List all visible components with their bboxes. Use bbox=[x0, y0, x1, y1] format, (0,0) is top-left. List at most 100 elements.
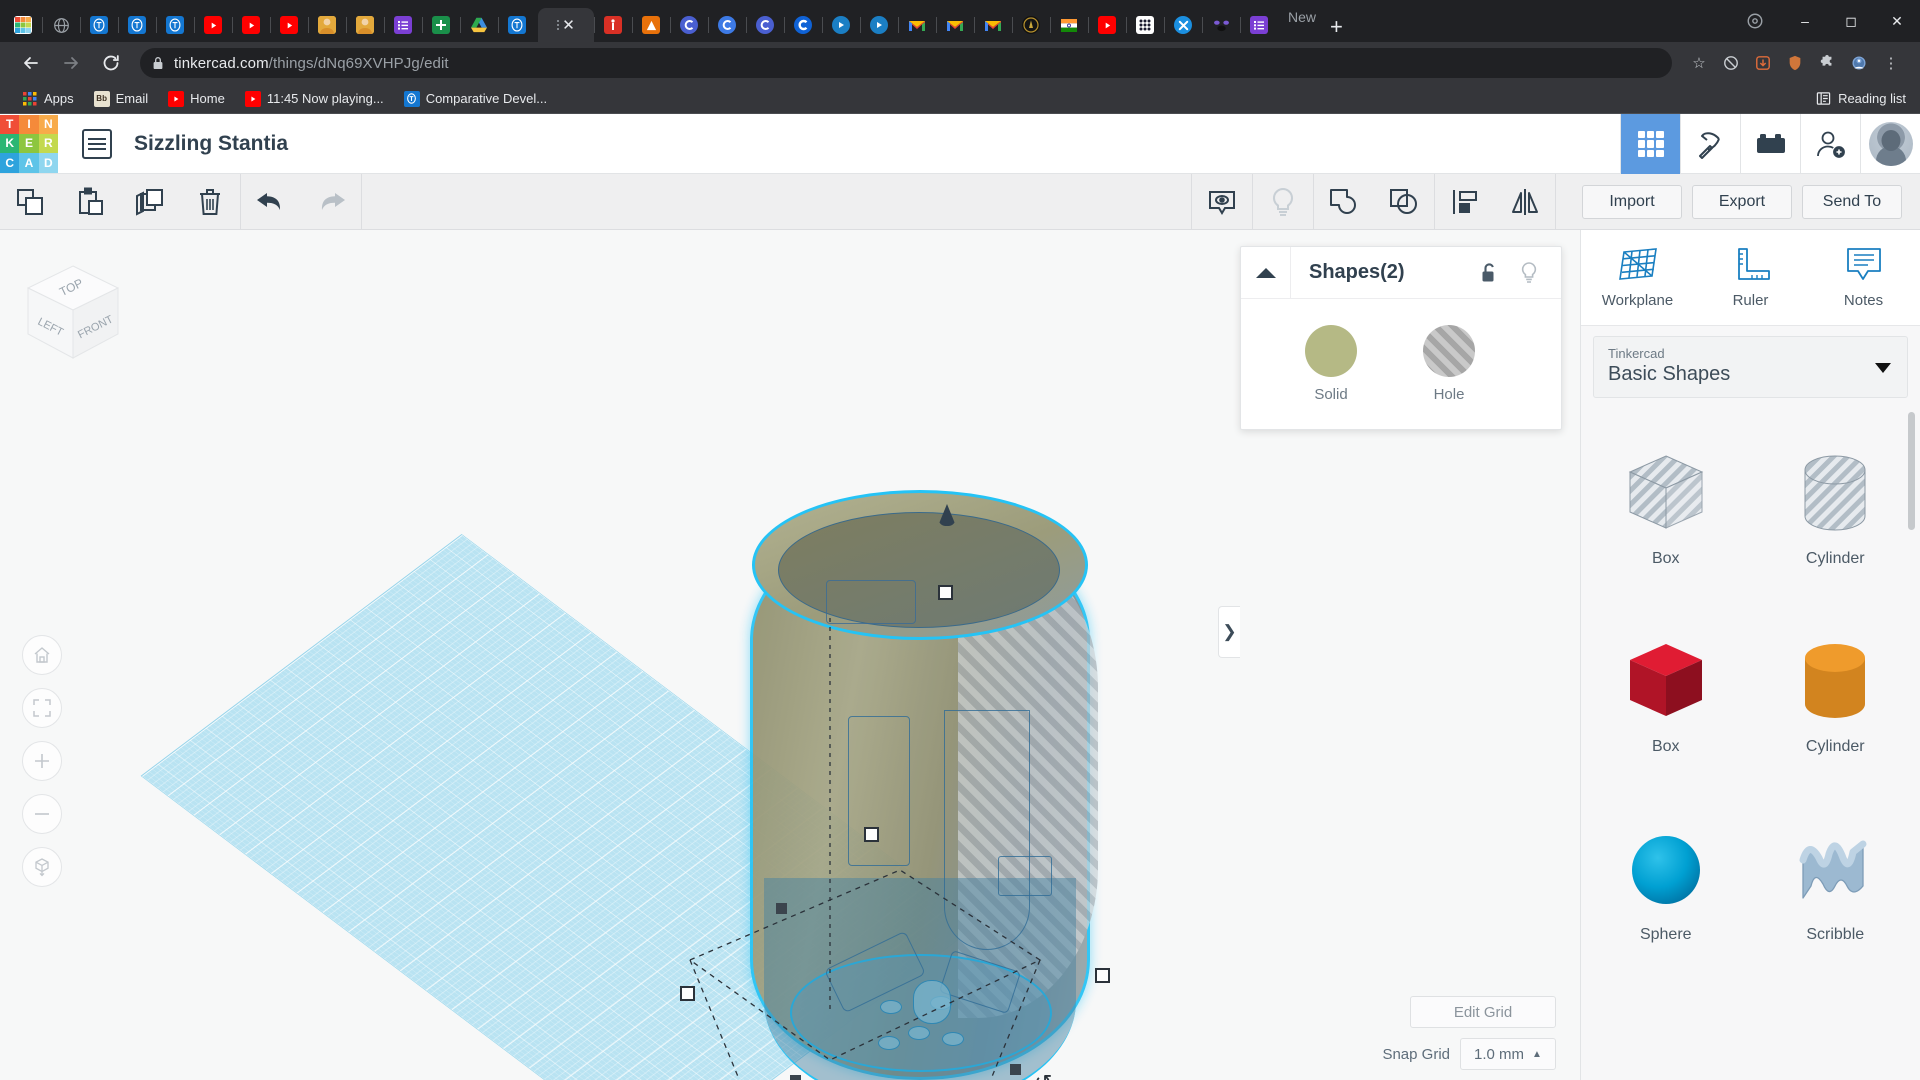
forward-button[interactable] bbox=[54, 46, 88, 80]
tab-pin-gmail-2[interactable] bbox=[936, 8, 974, 42]
tab-pin-youtube-1[interactable] bbox=[194, 8, 232, 42]
tab-pin-youtube-4[interactable] bbox=[1088, 8, 1126, 42]
edge-handle-left[interactable] bbox=[776, 903, 787, 914]
tab-pin-dot-grid[interactable] bbox=[1126, 8, 1164, 42]
snap-grid-select[interactable]: 1.0 mm ▲ bbox=[1460, 1038, 1556, 1070]
url-input[interactable]: tinkercad.com/things/dNq69XVHPJg/edit bbox=[140, 48, 1672, 78]
bookmark-comparative-devel[interactable]: Comparative Devel... bbox=[394, 87, 557, 111]
blocks-button[interactable] bbox=[1740, 114, 1800, 174]
height-handle[interactable] bbox=[938, 585, 953, 600]
minecraft-button[interactable] bbox=[1680, 114, 1740, 174]
lock-toggle-button[interactable] bbox=[1469, 247, 1509, 299]
notes-tool[interactable]: Notes bbox=[1807, 246, 1920, 309]
document-list-icon[interactable] bbox=[82, 129, 112, 159]
tab-pin-youtube-2[interactable] bbox=[232, 8, 270, 42]
view-cube[interactable]: TOP LEFT FRONT bbox=[18, 258, 128, 368]
tab-pin-sheets[interactable] bbox=[422, 8, 460, 42]
send-to-button[interactable]: Send To bbox=[1802, 185, 1902, 219]
tab-pin-gmail-3[interactable] bbox=[974, 8, 1012, 42]
tab-pin-scissors[interactable] bbox=[1202, 8, 1240, 42]
show-hide-button[interactable] bbox=[1192, 174, 1252, 230]
close-icon[interactable]: ✕ bbox=[562, 18, 575, 33]
light-button[interactable] bbox=[1253, 174, 1313, 230]
home-view-button[interactable] bbox=[22, 635, 62, 675]
puzzle-icon[interactable] bbox=[1812, 48, 1842, 78]
tab-pin-orange[interactable] bbox=[632, 8, 670, 42]
browser-menu-icon[interactable]: ⋮ bbox=[1876, 48, 1906, 78]
tab-pin-video-2[interactable] bbox=[860, 8, 898, 42]
bookmark-now-playing[interactable]: 11:45 Now playing... bbox=[235, 87, 394, 111]
tab-pin-photo-2[interactable] bbox=[346, 8, 384, 42]
shape-grid-container[interactable]: Box Cylinder bbox=[1581, 406, 1920, 1080]
scale-handle-mid[interactable] bbox=[864, 827, 879, 842]
tab-pin-coursera-2[interactable] bbox=[708, 8, 746, 42]
shape-box-solid[interactable]: Box bbox=[1581, 602, 1751, 790]
height-handle-cone-icon[interactable] bbox=[938, 504, 956, 526]
ortho-perspective-button[interactable] bbox=[22, 847, 62, 887]
expand-panel-button[interactable]: ❯ bbox=[1218, 606, 1240, 658]
zoom-out-button[interactable] bbox=[22, 794, 62, 834]
active-tab[interactable]: ✕ bbox=[538, 8, 594, 42]
tab-pin-india-flag[interactable] bbox=[1050, 8, 1088, 42]
tab-pin-drive[interactable] bbox=[460, 8, 498, 42]
zoom-in-button[interactable] bbox=[22, 741, 62, 781]
tab-pin-list-2[interactable] bbox=[1240, 8, 1278, 42]
minimize-button[interactable]: – bbox=[1782, 0, 1828, 42]
group-button[interactable] bbox=[1314, 174, 1374, 230]
back-button[interactable] bbox=[14, 46, 48, 80]
shape-cylinder-solid[interactable]: Cylinder bbox=[1751, 602, 1920, 790]
shape-cylinder-hole[interactable]: Cylinder bbox=[1751, 414, 1920, 602]
tab-pin-video-1[interactable] bbox=[822, 8, 860, 42]
light-toggle-button[interactable] bbox=[1509, 247, 1549, 299]
extensions-icon[interactable] bbox=[1844, 48, 1874, 78]
download-icon[interactable] bbox=[1748, 48, 1778, 78]
block-icon[interactable] bbox=[1716, 48, 1746, 78]
bookmark-apps[interactable]: Apps bbox=[12, 87, 84, 111]
tab-pin-x-circle[interactable] bbox=[1164, 8, 1202, 42]
duplicate-button[interactable] bbox=[120, 174, 180, 230]
shape-sphere[interactable]: Sphere bbox=[1581, 790, 1751, 978]
export-button[interactable]: Export bbox=[1692, 185, 1792, 219]
3d-viewport[interactable]: Workplane bbox=[0, 230, 1580, 1080]
collapse-panel-button[interactable] bbox=[1241, 247, 1291, 299]
tab-pin-tinkercad-4[interactable] bbox=[498, 8, 536, 42]
avatar[interactable] bbox=[1860, 114, 1920, 174]
edge-handle-bottom[interactable] bbox=[790, 1075, 801, 1080]
edge-handle-right[interactable] bbox=[1010, 1064, 1021, 1075]
bookmark-home[interactable]: Home bbox=[158, 87, 235, 111]
shield-icon[interactable] bbox=[1780, 48, 1810, 78]
fit-view-button[interactable] bbox=[22, 688, 62, 728]
shape-scribble[interactable]: Scribble bbox=[1751, 790, 1920, 978]
close-window-button[interactable]: ✕ bbox=[1874, 0, 1920, 42]
tab-pin-tinkercad-logo[interactable] bbox=[4, 8, 42, 42]
tab-pin-globe[interactable] bbox=[42, 8, 80, 42]
tab-pin-coursera-1[interactable] bbox=[670, 8, 708, 42]
browser-extension-icon[interactable] bbox=[1728, 0, 1782, 42]
redo-button[interactable] bbox=[301, 174, 361, 230]
tab-pin-coursera-4[interactable] bbox=[784, 8, 822, 42]
tab-pin-list[interactable] bbox=[384, 8, 422, 42]
mirror-button[interactable] bbox=[1495, 174, 1555, 230]
maximize-button[interactable]: ◻ bbox=[1828, 0, 1874, 42]
tinkercad-logo[interactable]: T I N K E R C A D bbox=[0, 115, 58, 173]
tab-pin-emblem[interactable] bbox=[1012, 8, 1050, 42]
delete-button[interactable] bbox=[180, 174, 240, 230]
tab-pin-coursera-3[interactable] bbox=[746, 8, 784, 42]
scale-handle-right[interactable] bbox=[1095, 968, 1110, 983]
shape-library-select[interactable]: Tinkercad Basic Shapes bbox=[1593, 336, 1908, 398]
tab-pin-photo-1[interactable] bbox=[308, 8, 346, 42]
rotate-handle-icon[interactable]: ↺ bbox=[1034, 1070, 1052, 1080]
workplane-tool[interactable]: Workplane bbox=[1581, 246, 1694, 309]
hole-swatch[interactable]: Hole bbox=[1423, 325, 1475, 403]
tab-pin-youtube-3[interactable] bbox=[270, 8, 308, 42]
edit-grid-button[interactable]: Edit Grid bbox=[1410, 996, 1556, 1028]
align-button[interactable] bbox=[1435, 174, 1495, 230]
model-selection[interactable] bbox=[730, 480, 1110, 1080]
copy-button[interactable] bbox=[0, 174, 60, 230]
star-icon[interactable]: ☆ bbox=[1684, 48, 1714, 78]
shapes-scrollbar[interactable] bbox=[1908, 412, 1915, 530]
undo-button[interactable] bbox=[241, 174, 301, 230]
solid-swatch[interactable]: Solid bbox=[1305, 325, 1357, 403]
new-tab-button[interactable]: + bbox=[1330, 16, 1343, 42]
grid-view-button[interactable] bbox=[1620, 114, 1680, 174]
